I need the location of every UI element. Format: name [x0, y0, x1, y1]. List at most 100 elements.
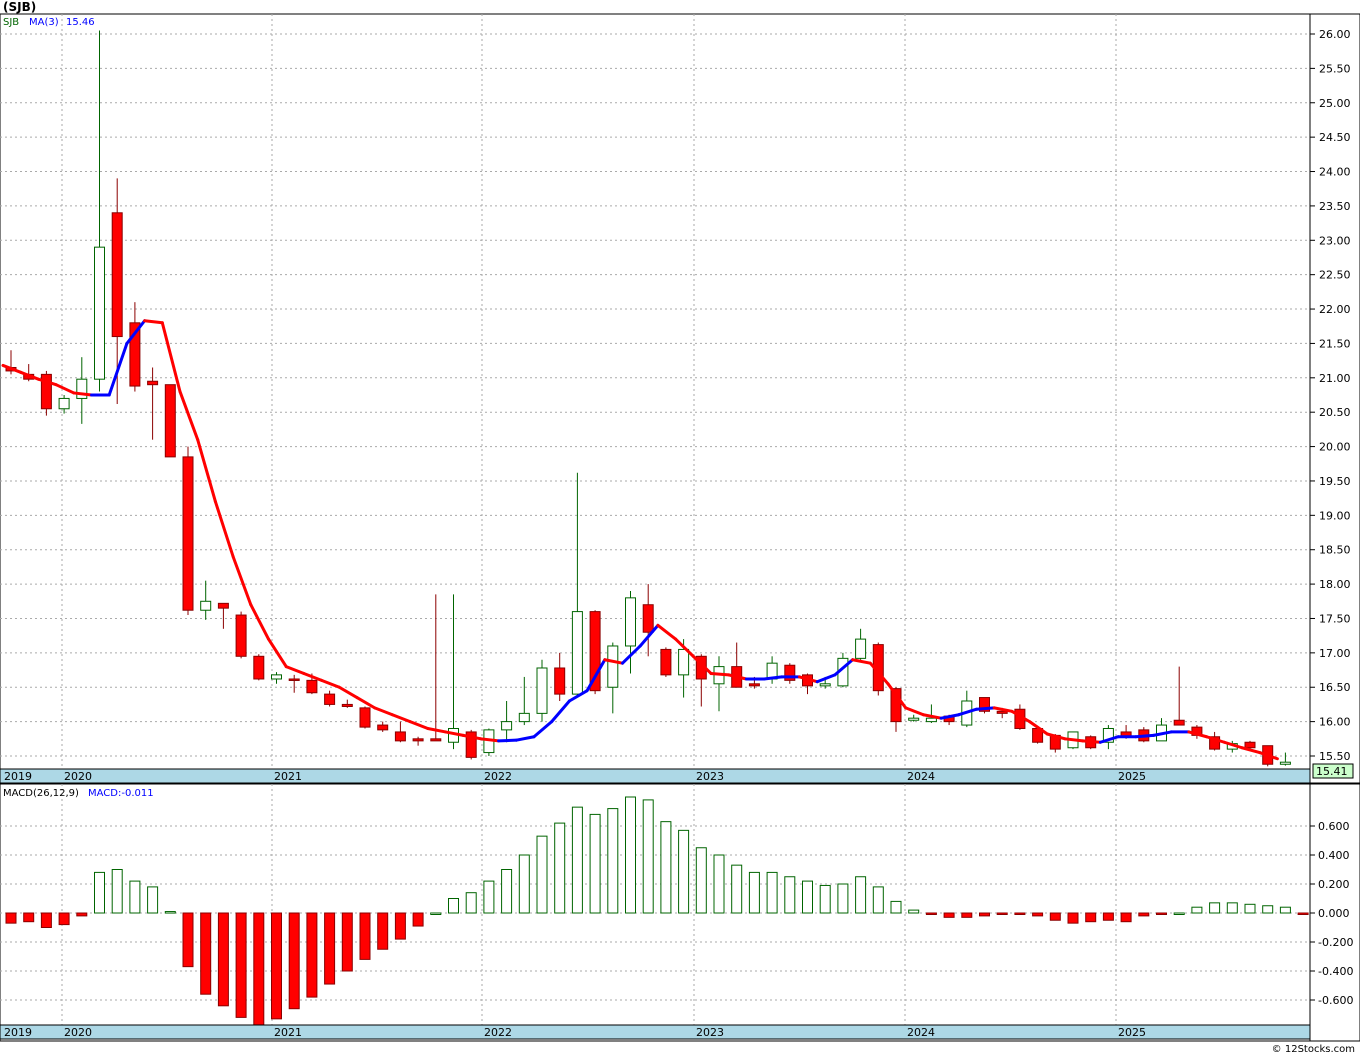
- macd-bar-positive: [1262, 905, 1274, 914]
- candle: [40, 370, 52, 416]
- price-tick-label: 16.50: [1319, 681, 1351, 694]
- macd-bar-positive: [890, 900, 902, 914]
- macd-bar-negative: [1032, 912, 1044, 917]
- macd-tick-label: -0.400: [1318, 965, 1353, 978]
- legend-ticker: SJB: [3, 17, 19, 28]
- year-label: 2022: [484, 1026, 512, 1039]
- macd-bar-positive: [872, 886, 884, 914]
- candle-body-down: [253, 655, 265, 680]
- macd-tick-label: -0.200: [1318, 936, 1353, 949]
- macd-bar-positive: [554, 822, 566, 914]
- year-label: 2019: [4, 1026, 32, 1039]
- macd-bar-negative: [979, 912, 990, 917]
- macd-bar-positive: [625, 796, 636, 914]
- price-tick-label: 17.00: [1319, 647, 1351, 660]
- candle-body-up: [271, 674, 282, 680]
- candle-body-down: [164, 384, 176, 458]
- candle-body-down: [182, 456, 194, 611]
- candle: [483, 728, 495, 756]
- candle-body-up: [908, 717, 920, 721]
- candle-body-up: [855, 638, 867, 659]
- candle: [660, 647, 672, 677]
- macd-bar-positive: [1226, 902, 1238, 914]
- candle-body-up: [58, 397, 70, 410]
- year-label: 2020: [64, 1026, 92, 1039]
- macd-bar-positive: [607, 808, 619, 914]
- macd-bar-positive: [465, 892, 477, 914]
- macd-bar-positive: [802, 880, 813, 914]
- legend-ma-label: MA(3): [29, 17, 59, 28]
- chart-title: (SJB): [3, 0, 36, 14]
- macd-bar-negative: [5, 912, 17, 924]
- macd-bar-positive: [908, 909, 920, 914]
- macd-bar-negative: [1156, 912, 1167, 915]
- macd-bar-positive: [147, 886, 159, 914]
- year-label: 2025: [1118, 1026, 1146, 1039]
- ma-segment: [497, 738, 518, 743]
- macd-tick-label: 0.400: [1318, 849, 1350, 862]
- candle-body-up: [518, 712, 530, 723]
- price-tick-label: 23.50: [1319, 200, 1351, 213]
- year-label: 2021: [274, 770, 302, 783]
- macd-bar-negative: [412, 912, 424, 927]
- macd-bar-negative: [1138, 912, 1150, 917]
- candle-body-up: [925, 717, 937, 723]
- year-label: 2023: [696, 1026, 724, 1039]
- macd-bar-positive: [589, 813, 601, 914]
- macd-bar-positive: [483, 880, 495, 914]
- macd-tick-label: -0.600: [1318, 994, 1353, 1007]
- macd-bar-positive: [164, 911, 176, 914]
- candle-body-up: [625, 597, 636, 647]
- candle-body-down: [377, 724, 389, 731]
- price-tick-label: 18.00: [1319, 578, 1351, 591]
- price-yaxis: [1309, 13, 1360, 784]
- macd-legend-label: MACD(26,12,9): [3, 788, 79, 799]
- candle: [253, 654, 265, 681]
- macd-bar-positive: [1191, 906, 1203, 914]
- macd-bar-positive: [713, 854, 725, 914]
- macd-bar-positive: [1209, 902, 1221, 914]
- candle-body-up: [536, 667, 548, 714]
- macd-bar-negative: [1120, 912, 1132, 923]
- candle-body-down: [1244, 741, 1256, 749]
- macd-bar-positive: [731, 864, 743, 914]
- candle-body-down: [288, 678, 300, 681]
- price-tick-label: 15.50: [1319, 750, 1351, 763]
- price-tick-label: 22.50: [1319, 269, 1351, 282]
- macd-bar-negative: [306, 912, 318, 998]
- candle-body-down: [217, 602, 229, 609]
- macd-bar-negative: [217, 912, 229, 1007]
- macd-bar-negative: [341, 912, 353, 972]
- ma-segment: [479, 737, 501, 743]
- macd-bar-positive: [1244, 903, 1256, 914]
- candle-body-down: [430, 738, 442, 742]
- price-tick-label: 16.00: [1319, 716, 1351, 729]
- candle: [164, 384, 176, 458]
- ma-segment: [975, 706, 996, 711]
- macd-bar-positive: [430, 912, 442, 915]
- ma-segment: [1134, 733, 1155, 739]
- macd-bar-negative: [76, 912, 88, 917]
- price-tick-label: 17.50: [1319, 612, 1351, 625]
- candle: [465, 729, 477, 760]
- macd-bar-positive: [855, 876, 867, 914]
- price-tick-label: 18.50: [1319, 544, 1351, 557]
- candle: [979, 697, 990, 714]
- year-label: 2022: [484, 770, 512, 783]
- macd-bar-positive: [129, 880, 141, 914]
- price-tick-label: 23.00: [1319, 234, 1351, 247]
- macd-bar-positive: [678, 829, 690, 914]
- macd-bar-negative: [1049, 912, 1061, 921]
- price-tick-label: 24.00: [1319, 166, 1351, 179]
- year-label: 2020: [64, 770, 92, 783]
- macd-bar-negative: [1297, 912, 1309, 915]
- macd-bar-negative: [943, 912, 955, 918]
- year-label: 2025: [1118, 770, 1146, 783]
- macd-bar-negative: [1067, 912, 1079, 924]
- ma-segment: [1081, 739, 1102, 744]
- macd-bar-positive: [784, 876, 796, 914]
- macd-bar-negative: [925, 912, 937, 915]
- year-label: 2023: [696, 770, 724, 783]
- macd-bar-negative: [394, 912, 406, 940]
- candle-body-down: [660, 648, 672, 676]
